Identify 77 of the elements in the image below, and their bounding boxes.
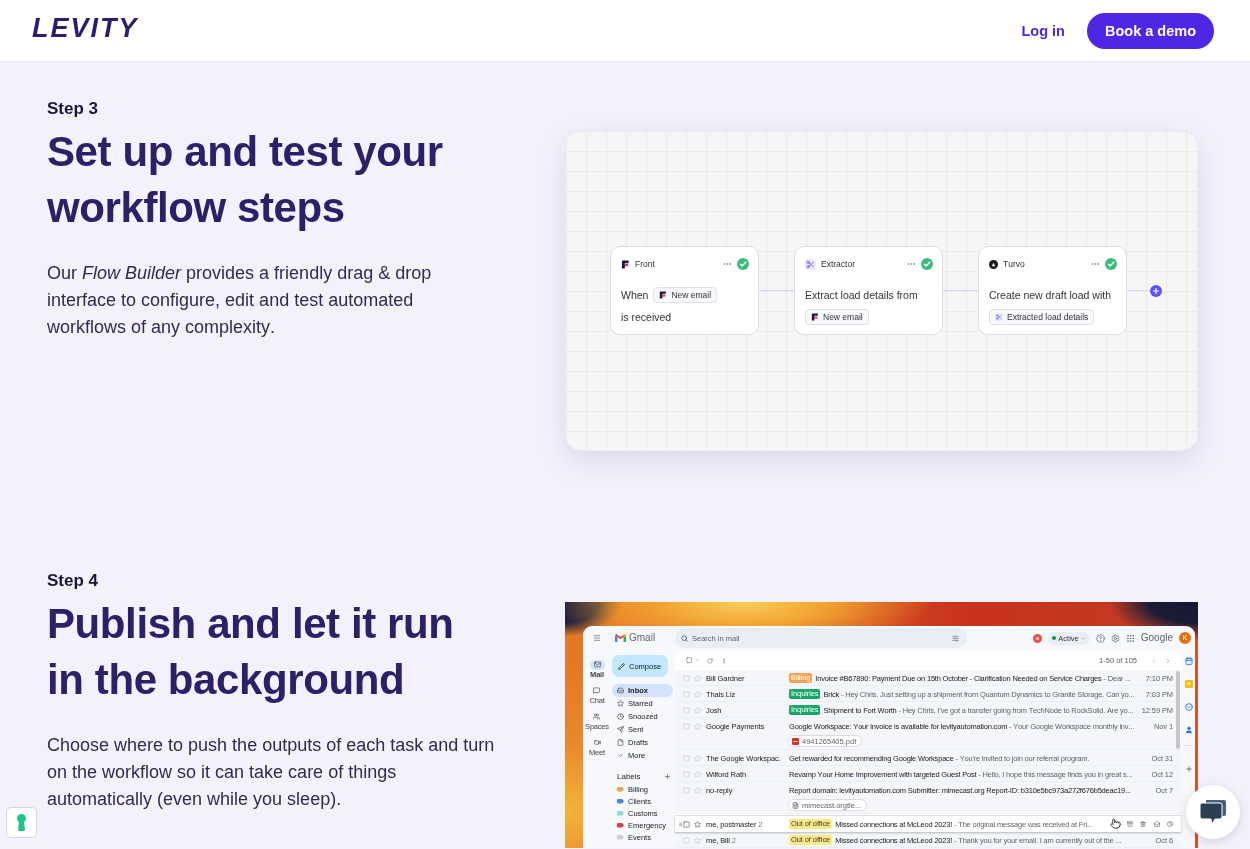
mail-icon: [593, 661, 601, 668]
chat-bubbles-icon: [1199, 798, 1227, 826]
keyhole-icon: [17, 814, 26, 831]
apps-grid-icon[interactable]: [1125, 633, 1135, 643]
mail-open-icon[interactable]: [1153, 821, 1160, 827]
chat-button[interactable]: [1186, 785, 1240, 839]
caret-icon[interactable]: [694, 658, 699, 663]
node-title: Turvo: [1003, 259, 1026, 269]
scissors-icon: [995, 313, 1003, 321]
chevron-left-icon[interactable]: [1151, 657, 1157, 664]
plus-icon[interactable]: [1185, 765, 1193, 773]
scrollbar-thumb[interactable]: [1176, 671, 1180, 749]
variable-chip: Extracted load details: [989, 309, 1095, 325]
node-text: When: [621, 288, 649, 303]
chat-icon: [593, 687, 601, 694]
clock-icon[interactable]: [1167, 821, 1173, 827]
status-dot-icon: [1052, 636, 1057, 640]
document-icon: [792, 801, 799, 809]
node-text: Extract load details from: [805, 288, 918, 303]
note-icon[interactable]: [1185, 680, 1193, 688]
checkbox-icon[interactable]: [683, 820, 690, 828]
person-icon[interactable]: [1185, 726, 1193, 734]
settings-icon[interactable]: [1110, 633, 1120, 643]
account-logo-text: Google: [1140, 632, 1173, 644]
variable-chip: New email: [805, 309, 869, 325]
labels-heading: Labels: [617, 772, 641, 781]
node-text: is received: [621, 310, 672, 325]
book-demo-button[interactable]: Book a demo: [1086, 12, 1214, 49]
caret-icon: [1080, 635, 1086, 641]
f-logo-icon: [621, 259, 630, 269]
video-icon: [593, 739, 601, 746]
node-title: Extractor: [821, 259, 856, 269]
chevron-down-icon: [617, 751, 624, 759]
section-description: Choose where to push the outputs of each task and turn on the workflow so it can take care of things automatically (even while you sleep).: [47, 734, 496, 811]
f-logo-icon: [659, 291, 668, 299]
calendar-icon[interactable]: [1185, 657, 1193, 665]
scissors-icon: [805, 258, 816, 270]
section-heading: Publish and let it run in the background: [47, 599, 455, 705]
variable-chip: New email: [653, 287, 718, 303]
node-title: Front: [635, 259, 656, 269]
plus-circle-icon: [1150, 284, 1162, 297]
star-icon[interactable]: [694, 820, 701, 828]
round-logo-icon: [989, 259, 998, 269]
pdf-file-icon: [792, 737, 799, 745]
checkbox-icon[interactable]: [686, 657, 693, 664]
f-logo-icon: [811, 313, 819, 321]
step-label: Step 4: [47, 571, 100, 591]
app-name: Gmail: [629, 632, 656, 644]
hand-cursor-icon: [1110, 818, 1121, 829]
pencil-icon: [618, 662, 625, 670]
help-icon[interactable]: [1095, 633, 1105, 643]
plus-icon[interactable]: [664, 773, 671, 780]
file-icon: [617, 738, 624, 746]
archive-icon[interactable]: [1127, 821, 1133, 827]
circle-icon[interactable]: [1033, 633, 1043, 643]
star-icon: [617, 699, 624, 707]
filter-icon[interactable]: [952, 634, 959, 642]
clock-icon: [617, 712, 624, 720]
more-vertical-icon[interactable]: [721, 657, 727, 664]
search-icon: [681, 634, 688, 642]
login-link[interactable]: Log in: [1021, 22, 1065, 39]
keyhole-button[interactable]: [6, 807, 37, 838]
drag-handle-icon[interactable]: [678, 821, 683, 827]
section-description: Our Flow Builder provides a friendly drag & drop interface to configure, edit and test automated workflows of any complexity.: [47, 262, 433, 339]
people-icon: [593, 713, 601, 720]
logo[interactable]: LEVITY: [32, 12, 139, 43]
task-check-icon[interactable]: [1185, 703, 1193, 711]
inbox-icon: [617, 686, 624, 694]
menu-icon[interactable]: [593, 634, 601, 642]
m-logo-icon: [615, 634, 626, 642]
section-heading: Set up and test your workflow steps: [47, 127, 444, 233]
refresh-icon[interactable]: [707, 657, 713, 664]
trash-icon[interactable]: [1140, 821, 1147, 827]
node-text: Create new draft load with: [989, 288, 1111, 303]
send-icon: [617, 725, 624, 733]
chevron-right-icon[interactable]: [1165, 657, 1171, 664]
step-label: Step 3: [47, 99, 100, 119]
